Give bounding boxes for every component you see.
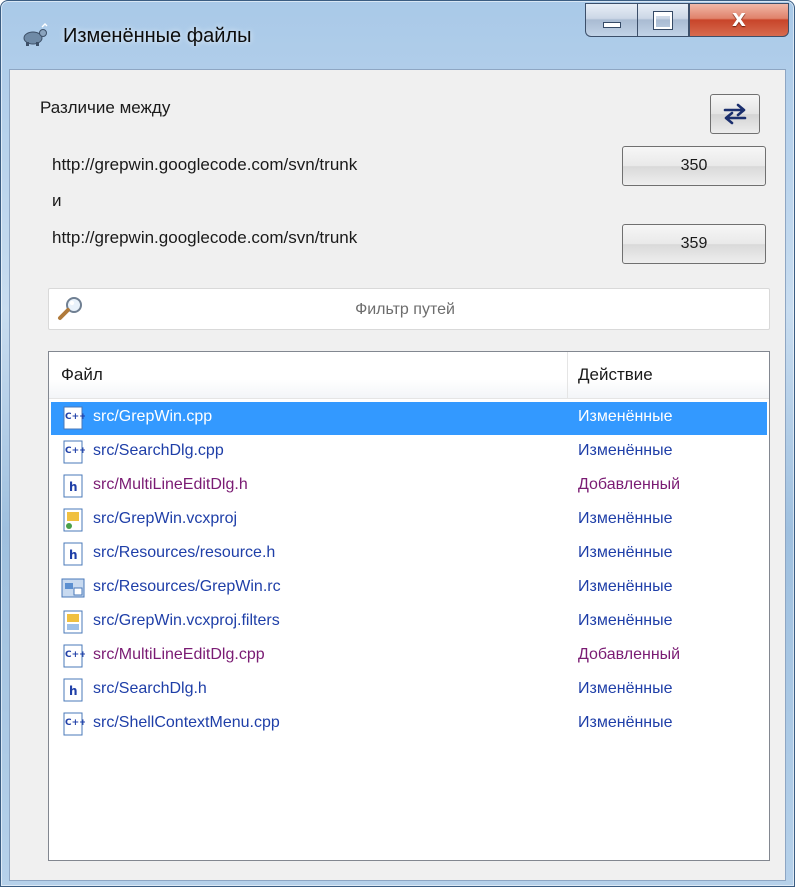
file-action: Изменённые [578, 680, 673, 697]
table-row[interactable]: C++ src/ShellContextMenu.cpp Изменённые [51, 708, 767, 741]
file-action: Изменённые [578, 442, 673, 459]
file-path: src/MultiLineEditDlg.cpp [93, 646, 265, 663]
file-action: Изменённые [578, 612, 673, 629]
svg-text:h: h [69, 548, 78, 562]
file-path: src/MultiLineEditDlg.h [93, 476, 248, 493]
file-path: src/ShellContextMenu.cpp [93, 714, 280, 731]
and-label: и [52, 191, 62, 210]
table-row[interactable]: C++ src/MultiLineEditDlg.cpp Добавленный [51, 640, 767, 673]
second-revision-button[interactable]: 359 [622, 224, 766, 264]
table-row[interactable]: src/GrepWin.vcxproj.filters Изменённые [51, 606, 767, 639]
changed-files-window: Изменённые файлы X Различие между http:/… [0, 0, 795, 887]
file-path: src/GrepWin.cpp [93, 408, 213, 425]
file-action: Добавленный [578, 476, 681, 493]
svg-text:C++: C++ [65, 650, 85, 660]
header-file-icon: h [63, 542, 83, 566]
svg-text:h: h [69, 480, 78, 494]
file-action: Изменённые [578, 510, 673, 527]
file-path: src/GrepWin.vcxproj [93, 510, 238, 527]
header-file-icon: h [63, 678, 83, 702]
first-revision-button[interactable]: 350 [622, 146, 766, 186]
table-row[interactable]: C++ src/SearchDlg.cpp Изменённые [51, 436, 767, 469]
file-action: Изменённые [578, 578, 673, 595]
rc-file-icon [61, 578, 85, 598]
file-action: Изменённые [578, 408, 673, 425]
file-action: Изменённые [578, 544, 673, 561]
minimize-icon [602, 22, 621, 28]
table-row[interactable]: h src/Resources/resource.h Изменённые [51, 538, 767, 571]
minimize-button[interactable] [585, 3, 637, 37]
svg-text:C++: C++ [65, 412, 85, 422]
second-url-text: http://grepwin.googlecode.com/svn/trunk [52, 228, 358, 247]
file-action: Изменённые [578, 714, 673, 731]
header-file-icon: h [63, 474, 83, 498]
column-header-file-label: Файл [61, 365, 103, 384]
column-header-action[interactable]: Действие [568, 352, 767, 398]
table-row[interactable]: src/GrepWin.vcxproj Изменённые [51, 504, 767, 537]
file-path: src/GrepWin.vcxproj.filters [93, 612, 280, 629]
file-action: Добавленный [578, 646, 681, 663]
dialog-client-area: Различие между http://grepwin.googlecode… [9, 69, 786, 881]
list-header: Файл Действие [49, 352, 769, 399]
path-filter-input[interactable] [93, 293, 717, 327]
changed-files-list[interactable]: Файл Действие C++ src/GrepWin.cpp Изменённ… [48, 351, 770, 861]
column-header-action-label: Действие [578, 365, 653, 384]
cpp-file-icon: C++ [63, 406, 85, 430]
svg-text:C++: C++ [65, 718, 85, 728]
swap-revisions-button[interactable] [710, 94, 760, 134]
svg-text:h: h [69, 684, 78, 698]
cpp-file-icon: C++ [63, 644, 85, 668]
maximize-button[interactable] [637, 3, 689, 37]
file-path: src/Resources/resource.h [93, 544, 276, 561]
path-filter-box[interactable] [48, 288, 770, 330]
cpp-file-icon: C++ [63, 440, 85, 464]
first-url-text: http://grepwin.googlecode.com/svn/trunk [52, 155, 358, 174]
window-title: Изменённые файлы [63, 25, 252, 47]
file-path: src/SearchDlg.cpp [93, 442, 224, 459]
magnifier-icon [58, 297, 82, 320]
caption-buttons: X [585, 3, 789, 39]
tortoise-app-icon [23, 23, 48, 46]
svg-text:C++: C++ [65, 446, 85, 456]
filters-file-icon [63, 610, 83, 634]
table-row[interactable]: C++ src/GrepWin.cpp Изменённые [51, 402, 767, 435]
title-bar[interactable]: Изменённые файлы X [1, 1, 794, 69]
maximize-icon [653, 10, 673, 30]
vcxproj-file-icon [63, 508, 83, 532]
table-row[interactable]: src/Resources/GrepWin.rc Изменённые [51, 572, 767, 605]
difference-between-label: Различие между [40, 98, 171, 117]
swap-arrows-icon [723, 103, 747, 125]
table-row[interactable]: h src/SearchDlg.h Изменённые [51, 674, 767, 707]
cpp-file-icon: C++ [63, 712, 85, 736]
file-path: src/Resources/GrepWin.rc [93, 578, 281, 595]
table-row[interactable]: h src/MultiLineEditDlg.h Добавленный [51, 470, 767, 503]
close-icon: X [732, 9, 746, 31]
column-header-file[interactable]: Файл [49, 352, 568, 398]
close-button[interactable]: X [689, 3, 789, 37]
file-path: src/SearchDlg.h [93, 680, 207, 697]
